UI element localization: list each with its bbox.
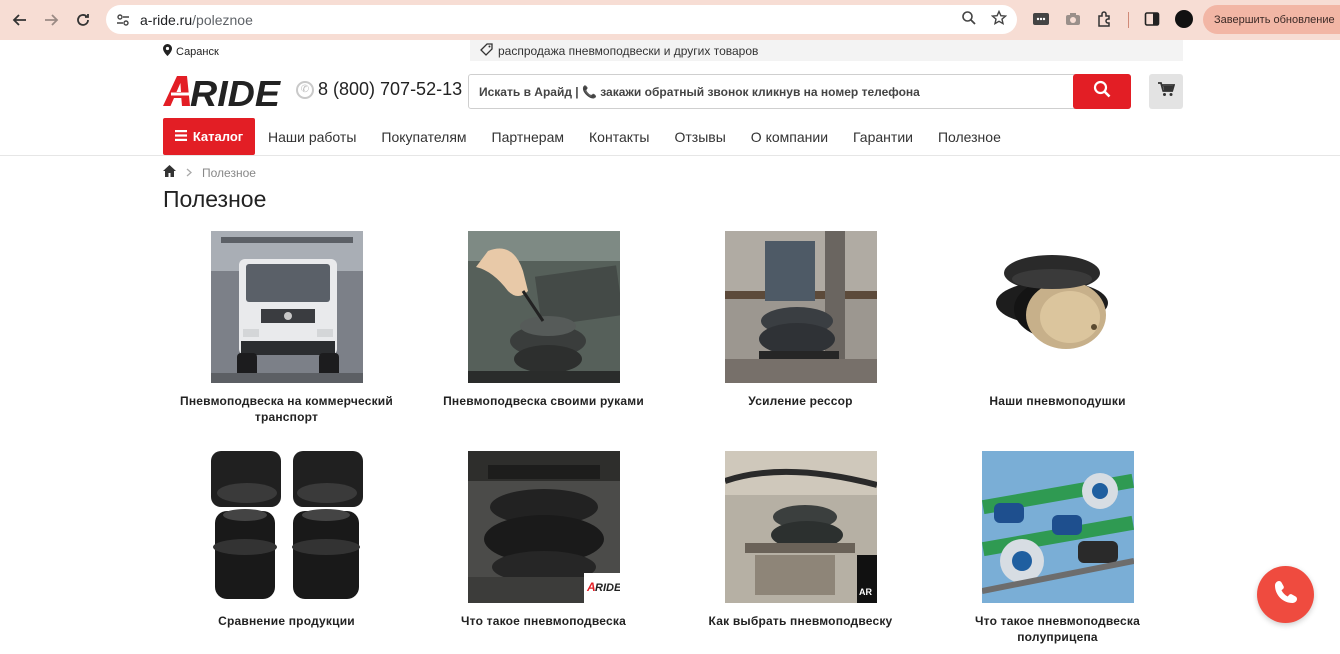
hamburger-icon	[174, 129, 187, 144]
callback-button[interactable]	[1257, 566, 1314, 623]
article-card[interactable]: AR Как выбрать пневмоподвеску	[672, 451, 929, 629]
update-browser-button[interactable]: Завершить обновление	[1203, 5, 1340, 34]
bookmark-star-icon[interactable]	[990, 9, 1008, 31]
article-title[interactable]: Пневмоподвеска своими руками	[415, 393, 672, 409]
profile-avatar[interactable]	[1174, 9, 1194, 29]
article-card[interactable]: Пневмоподвеска на коммерческий транспорт	[158, 231, 415, 425]
address-bar[interactable]: a-ride.ru/poleznoe	[106, 5, 1017, 34]
phone-number[interactable]: ✆ 8 (800) 707-52-13	[296, 79, 462, 100]
article-title[interactable]: Что такое пневмоподвеска	[415, 613, 672, 629]
location-pin-icon	[163, 44, 172, 59]
article-image-airbags[interactable]	[981, 231, 1134, 383]
article-title[interactable]: Наши пневмоподушки	[929, 393, 1186, 409]
search-box	[468, 74, 1131, 109]
article-title[interactable]: Что такое пневмоподвеска полуприцепа	[929, 613, 1186, 645]
article-image-truck[interactable]	[210, 231, 363, 383]
cart-icon	[1157, 81, 1175, 102]
extension-icon[interactable]	[1031, 9, 1051, 29]
forward-arrow-icon[interactable]	[36, 5, 66, 35]
menu-item-our-works[interactable]: Наши работы	[268, 129, 356, 145]
site-settings-icon[interactable]	[114, 11, 132, 29]
search-icon	[1093, 80, 1111, 103]
article-image-diy[interactable]	[467, 231, 620, 383]
extensions-puzzle-icon[interactable]	[1095, 9, 1115, 29]
article-card[interactable]: Наши пневмоподушки	[929, 231, 1186, 409]
article-card[interactable]: Усиление рессор	[672, 231, 929, 409]
svg-text:RIDE: RIDE	[190, 74, 281, 108]
article-title[interactable]: Пневмоподвеска на коммерческий транспорт	[158, 393, 415, 425]
article-image-what-is[interactable]: A RIDE	[467, 451, 620, 603]
catalog-button[interactable]: Каталог	[163, 118, 255, 155]
article-card[interactable]: Что такое пневмоподвеска полуприцепа	[929, 451, 1186, 645]
browser-toolbar: a-ride.ru/poleznoe Завершить обновление	[0, 0, 1340, 40]
camera-icon[interactable]	[1063, 9, 1083, 29]
site-topbar: Саранск распродажа пневмоподвески и друг…	[0, 40, 1340, 62]
menu-item-guarantees[interactable]: Гарантии	[853, 129, 913, 145]
article-title[interactable]: Как выбрать пневмоподвеску	[672, 613, 929, 629]
menu-item-about[interactable]: О компании	[751, 129, 828, 145]
phone-icon: ✆	[296, 80, 314, 99]
menu-item-useful[interactable]: Полезное	[938, 129, 1001, 145]
page-title: Полезное	[163, 186, 267, 212]
zoom-icon[interactable]	[961, 10, 977, 31]
search-button[interactable]	[1073, 74, 1131, 109]
aride-logo[interactable]: RIDE	[163, 73, 281, 114]
reload-icon[interactable]	[68, 5, 98, 35]
svg-text:AR: AR	[859, 587, 872, 597]
article-image-how-to-choose[interactable]: AR	[724, 451, 877, 603]
article-image-springs[interactable]	[724, 231, 877, 383]
article-image-comparison[interactable]	[210, 451, 363, 603]
svg-text:RIDE: RIDE	[595, 582, 620, 594]
toolbar-divider	[1128, 12, 1129, 28]
home-icon[interactable]	[163, 165, 176, 180]
promo-banner[interactable]: распродажа пневмоподвески и других товар…	[470, 40, 1183, 61]
city-name: Саранск	[176, 45, 219, 58]
chevron-right-icon	[186, 166, 192, 180]
menu-item-reviews[interactable]: Отзывы	[675, 129, 726, 145]
menu-item-partners[interactable]: Партнерам	[492, 129, 564, 145]
article-image-semitrailer[interactable]	[981, 451, 1134, 603]
tag-icon	[480, 42, 493, 59]
url-text: a-ride.ru/poleznoe	[140, 11, 253, 28]
phone-text[interactable]: 8 (800) 707-52-13	[318, 79, 462, 100]
menu-item-contacts[interactable]: Контакты	[589, 129, 649, 145]
back-arrow-icon[interactable]	[5, 5, 35, 35]
breadcrumb-current: Полезное	[202, 165, 256, 180]
article-card[interactable]: Пневмоподвеска своими руками	[415, 231, 672, 409]
breadcrumb: Полезное	[163, 165, 256, 180]
side-panel-icon[interactable]	[1142, 9, 1162, 29]
menu-item-customers[interactable]: Покупателям	[381, 129, 466, 145]
article-card[interactable]: Сравнение продукции	[158, 451, 415, 629]
promo-text: распродажа пневмоподвески и других товар…	[498, 43, 759, 58]
phone-handset-icon	[1273, 579, 1299, 610]
main-menu: Каталог Наши работы Покупателям Партнера…	[163, 118, 1001, 155]
catalog-label: Каталог	[192, 129, 244, 144]
search-input[interactable]	[469, 84, 1059, 99]
article-title[interactable]: Усиление рессор	[672, 393, 929, 409]
city-selector[interactable]: Саранск	[163, 44, 219, 59]
menu-divider	[0, 155, 1340, 156]
article-title[interactable]: Сравнение продукции	[158, 613, 415, 629]
article-card[interactable]: A RIDE Что такое пневмоподвеска	[415, 451, 672, 629]
cart-button[interactable]	[1149, 74, 1183, 109]
